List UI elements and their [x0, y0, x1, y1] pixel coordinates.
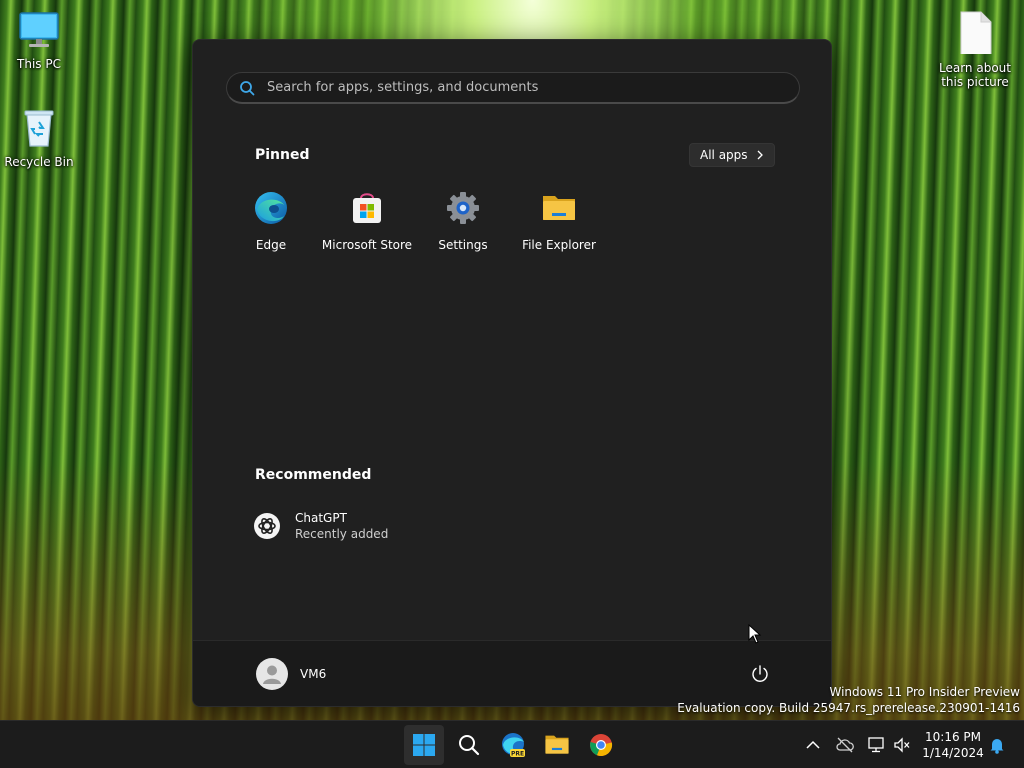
watermark-line: Windows 11 Pro Insider Preview: [829, 685, 1020, 699]
evaluation-watermark: Windows 11 Pro Insider Preview Evaluatio…: [677, 684, 1020, 716]
user-account-button[interactable]: VM6: [256, 658, 326, 690]
power-icon[interactable]: [749, 663, 771, 685]
taskbar: PRE 10:16 PM 1/14/2024: [0, 720, 1024, 768]
recommended-item-subtitle: Recently added: [295, 527, 389, 541]
pinned-heading: Pinned: [255, 147, 310, 163]
pinned-apps-grid: Edge Microsoft Store Settings File Explo…: [223, 190, 607, 252]
avatar: [256, 658, 288, 690]
chrome-icon: [590, 734, 613, 756]
watermark-line: Evaluation copy. Build 25947.rs_prerelea…: [677, 701, 1020, 715]
notification-bell-icon[interactable]: [987, 735, 1007, 755]
folder-icon: [545, 735, 569, 754]
edge-icon: [255, 192, 287, 224]
pinned-app-file-explorer[interactable]: File Explorer: [511, 190, 607, 252]
gear-icon: [447, 192, 479, 224]
recycle-bin-icon: [24, 110, 54, 147]
taskbar-edge-beta[interactable]: PRE: [493, 725, 533, 765]
mouse-cursor-icon: [748, 624, 762, 644]
volume-muted-icon[interactable]: [892, 735, 912, 755]
all-apps-label: All apps: [700, 148, 748, 162]
pinned-app-microsoft-store[interactable]: Microsoft Store: [319, 190, 415, 252]
search-input[interactable]: [267, 80, 767, 95]
monitor-icon: [19, 12, 59, 47]
all-apps-button[interactable]: All apps: [689, 143, 775, 167]
recommended-item-title: ChatGPT: [295, 511, 347, 525]
recommended-item-chatgpt[interactable]: ChatGPT Recently added: [253, 510, 388, 542]
chevron-up-icon[interactable]: [803, 735, 823, 755]
start-search-box[interactable]: [226, 72, 800, 104]
pinned-app-label: Edge: [255, 238, 287, 252]
desktop-icon-this-pc[interactable]: This PC: [0, 10, 78, 71]
desktop-icon-label: This PC: [17, 57, 61, 71]
pinned-app-edge[interactable]: Edge: [223, 190, 319, 252]
chevron-right-icon: [757, 150, 763, 160]
edge-beta-icon: PRE: [502, 733, 525, 758]
desktop-icon-learn-about-picture[interactable]: Learn about this picture: [936, 8, 1014, 89]
desktop-icon-label: Recycle Bin: [4, 155, 74, 169]
svg-text:PRE: PRE: [511, 751, 524, 758]
pinned-app-label: Settings: [438, 238, 488, 252]
recommended-heading: Recommended: [255, 467, 372, 483]
folder-icon: [543, 196, 575, 220]
file-icon: [960, 11, 992, 57]
pinned-app-label: Microsoft Store: [321, 238, 413, 252]
taskbar-search-button[interactable]: [449, 725, 489, 765]
user-name: VM6: [300, 667, 327, 681]
desktop-icon-recycle-bin[interactable]: Recycle Bin: [0, 108, 78, 169]
taskbar-start-button[interactable]: [404, 725, 444, 765]
store-icon: [353, 193, 381, 223]
taskbar-chrome[interactable]: [581, 725, 621, 765]
chatgpt-icon: [254, 513, 280, 539]
taskbar-file-explorer[interactable]: [537, 725, 577, 765]
start-menu: Pinned All apps Edge: [192, 39, 832, 707]
desktop-icon-label: Learn about this picture: [939, 61, 1011, 89]
search-icon: [240, 80, 255, 95]
search-icon: [459, 735, 480, 756]
windows-start-icon: [413, 734, 435, 756]
clock-date: 1/14/2024: [922, 746, 984, 760]
network-icon[interactable]: [866, 735, 886, 755]
pinned-app-label: File Explorer: [522, 238, 596, 252]
cloud-offline-icon[interactable]: [835, 735, 855, 755]
clock-time: 10:16 PM: [925, 730, 981, 744]
pinned-app-settings[interactable]: Settings: [415, 190, 511, 252]
taskbar-clock[interactable]: 10:16 PM 1/14/2024: [918, 729, 988, 761]
